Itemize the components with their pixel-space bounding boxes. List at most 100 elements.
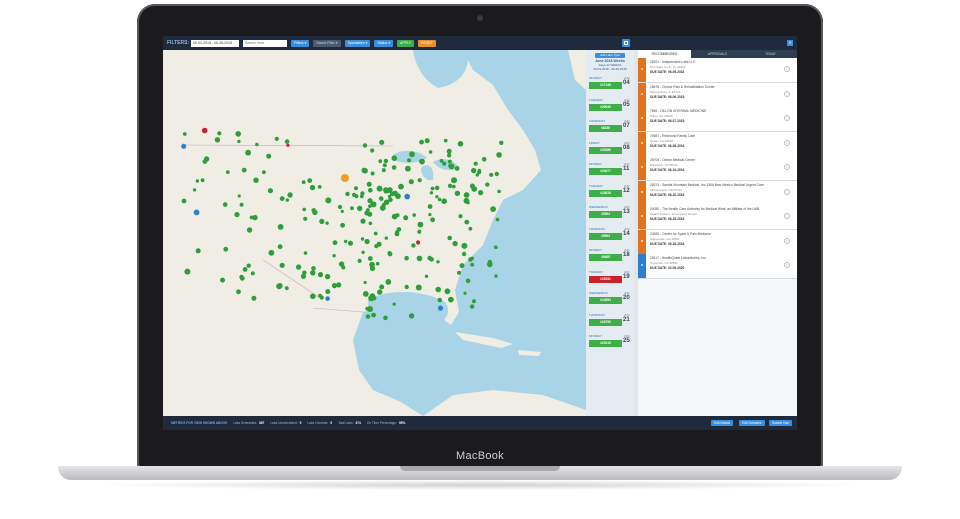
lab-marker[interactable] — [408, 179, 414, 185]
tab-today[interactable]: TODAY — [744, 50, 797, 58]
day-lab-badge[interactable]: #8236 — [589, 125, 622, 132]
schedule-day[interactable]: MONDAY #20477 JUN 11 — [588, 162, 632, 181]
lab-marker[interactable] — [429, 191, 434, 195]
lab-marker[interactable] — [370, 148, 375, 153]
lab-marker[interactable] — [458, 214, 463, 219]
lab-marker[interactable] — [262, 170, 266, 175]
lab-marker[interactable] — [237, 194, 241, 198]
lab-marker[interactable] — [368, 221, 373, 226]
lab-marker[interactable] — [381, 168, 386, 173]
schedule-day[interactable]: THURSDAY #8236 JUN 07 — [588, 119, 632, 138]
lab-marker[interactable] — [225, 170, 230, 174]
schedule-day[interactable]: MONDAY #17148 JUN 04 — [588, 76, 632, 95]
info-icon[interactable]: i — [784, 139, 790, 146]
lab-marker[interactable] — [468, 226, 473, 231]
lab-marker[interactable] — [361, 167, 368, 174]
schedule-day[interactable]: TUESDAY #20818 JUN 12 — [588, 184, 632, 203]
lab-marker[interactable] — [435, 195, 439, 199]
filters-button[interactable]: Filters ▾ — [291, 39, 310, 47]
info-icon[interactable]: i — [784, 213, 790, 219]
lab-marker[interactable] — [429, 257, 434, 262]
lab-marker[interactable] — [369, 261, 375, 268]
lab-marker[interactable] — [325, 221, 329, 225]
info-icon[interactable]: i — [784, 237, 790, 244]
lab-marker[interactable] — [331, 283, 338, 289]
schedule-day[interactable]: THURSDAY #5993 JUN 14 — [588, 227, 632, 246]
lab-marker[interactable] — [214, 137, 221, 143]
lab-marker[interactable] — [357, 258, 362, 263]
lab-marker[interactable] — [461, 251, 467, 257]
lab-marker[interactable] — [395, 230, 399, 235]
lab-marker[interactable] — [457, 270, 461, 275]
lab-marker[interactable] — [332, 240, 338, 246]
lab-marker[interactable] — [361, 250, 365, 254]
lab-marker[interactable] — [249, 215, 254, 220]
lab-marker[interactable] — [398, 183, 404, 190]
lab-marker[interactable] — [384, 236, 388, 240]
lab-marker[interactable] — [284, 286, 289, 291]
day-lab-badge[interactable]: #20818 — [589, 189, 622, 197]
lab-marker[interactable] — [325, 296, 330, 301]
day-lab-badge[interactable]: #16790 — [589, 318, 622, 326]
lab-marker[interactable] — [311, 266, 316, 271]
lab-marker[interactable] — [195, 179, 200, 183]
lab-marker[interactable] — [310, 270, 316, 276]
lab-marker[interactable] — [370, 171, 375, 176]
lab-marker[interactable] — [395, 213, 400, 218]
lab-list-item[interactable]: 28274 - Sandia Mountain Medical, Inc. DB… — [638, 180, 797, 206]
lab-marker[interactable] — [340, 209, 344, 213]
lab-marker[interactable] — [447, 183, 453, 188]
lab-marker[interactable] — [301, 180, 306, 185]
lab-marker[interactable] — [417, 229, 422, 234]
lab-marker[interactable] — [404, 193, 410, 200]
schedule-day[interactable]: MONDAY #9465 JUN 18 — [588, 248, 632, 267]
lab-marker[interactable] — [489, 172, 494, 177]
lab-marker[interactable] — [419, 158, 425, 165]
lab-marker[interactable] — [435, 286, 442, 293]
lab-marker[interactable] — [391, 165, 397, 170]
schedule-day[interactable]: THURSDAY #16790 JUN 21 — [588, 313, 632, 332]
lab-marker[interactable] — [459, 263, 465, 269]
lab-marker[interactable] — [471, 167, 477, 174]
lab-marker[interactable] — [437, 297, 443, 303]
lab-marker[interactable] — [365, 306, 370, 311]
lab-marker[interactable] — [222, 202, 228, 207]
info-icon[interactable]: i — [784, 188, 790, 195]
lab-marker[interactable] — [200, 178, 205, 183]
lab-marker[interactable] — [470, 262, 475, 267]
search-input[interactable] — [243, 39, 287, 47]
date-range-input[interactable] — [191, 39, 239, 47]
lab-marker[interactable] — [309, 184, 316, 191]
lab-list-item[interactable]: 20657 - Redmond Family Care Rome, GA 3016… — [638, 131, 797, 157]
lab-marker[interactable] — [236, 289, 241, 295]
lab-marker[interactable] — [405, 165, 411, 172]
lab-marker[interactable] — [324, 273, 331, 280]
lab-marker[interactable] — [466, 201, 470, 205]
lab-marker[interactable] — [386, 187, 393, 193]
lab-marker[interactable] — [366, 181, 372, 187]
lab-marker[interactable] — [377, 289, 383, 295]
lab-marker[interactable] — [376, 185, 383, 192]
lab-marker[interactable] — [285, 198, 289, 202]
lab-marker[interactable] — [302, 270, 307, 275]
saved-filter-button[interactable]: Saved Filter ▾ — [313, 39, 341, 47]
lab-marker[interactable] — [419, 139, 424, 145]
lab-marker[interactable] — [235, 131, 241, 137]
lab-marker[interactable] — [496, 152, 502, 158]
edit-details-button[interactable]: Edit Details — [711, 420, 734, 426]
lab-marker[interactable] — [495, 217, 500, 222]
lab-marker[interactable] — [287, 192, 293, 198]
lab-marker[interactable] — [245, 149, 251, 156]
lab-marker[interactable] — [487, 261, 493, 268]
day-lab-badge[interactable]: #28251 — [589, 275, 622, 283]
lab-marker[interactable] — [253, 177, 259, 183]
lab-marker[interactable] — [279, 196, 285, 202]
lab-marker[interactable] — [303, 216, 308, 221]
lab-marker[interactable] — [365, 314, 371, 319]
lab-marker[interactable] — [494, 245, 498, 249]
lab-marker[interactable] — [404, 255, 409, 261]
lab-marker[interactable] — [357, 205, 363, 212]
lab-marker[interactable] — [203, 156, 210, 162]
lab-marker[interactable] — [223, 246, 229, 252]
lab-marker[interactable] — [385, 279, 392, 285]
